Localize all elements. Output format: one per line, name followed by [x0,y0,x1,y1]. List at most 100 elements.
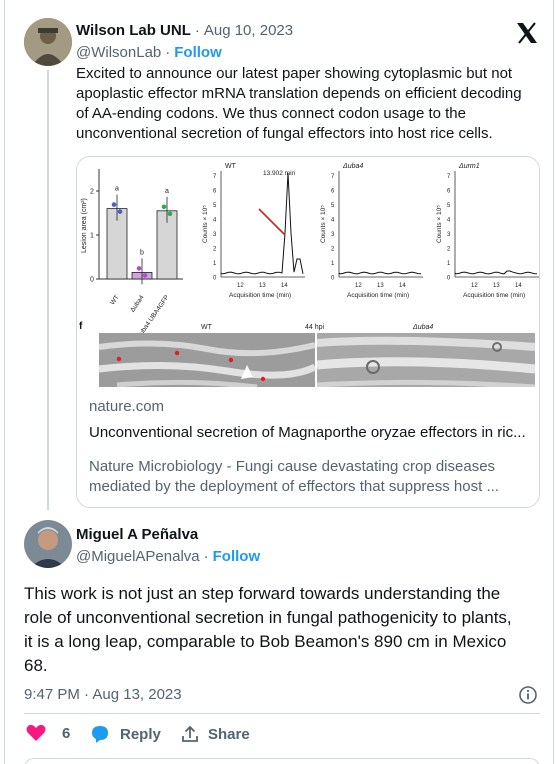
x-tick-label: 13 [493,283,500,289]
panel-f-label: f [79,321,83,332]
x-tick-label: 13 [259,283,266,289]
data-point [161,204,167,210]
share-action[interactable]: Share [180,724,250,744]
data-point [117,209,123,214]
thread-line [47,70,49,510]
like-action[interactable]: 6 [26,724,70,742]
heart-icon [26,724,46,741]
data-point [136,266,142,271]
share-label: Share [208,725,250,743]
reply-author-handle[interactable]: @MiguelAPenalva [76,548,200,565]
chromatogram-trace [454,270,538,275]
micro-left-label: WT [201,324,213,331]
reply-author-name[interactable]: Miguel A Peñalva [76,526,198,543]
reply-bubble-icon [92,726,108,743]
bar-tick-label: 1 [90,233,94,240]
significance-letter: a [115,186,119,193]
divider [24,713,540,714]
micro-time-label: 44 hpi [305,324,325,331]
author-name[interactable]: Wilson Lab UNL [76,22,191,39]
reply-timestamp[interactable]: 9:47 PM · Aug 13, 2023 [24,686,182,703]
separator-dot: · [194,22,200,39]
bar-category-label: WT [109,294,121,306]
peak-arrow [258,208,286,236]
y-tick-label: 4 [331,218,335,224]
chromatogram-trace [338,271,422,275]
card-description: Nature Microbiology - Fungi cause devast… [89,458,499,495]
y-tick-label: 6 [213,189,217,195]
card-title[interactable]: Unconventional secretion of Magnaporthe … [89,423,535,443]
x-tick-label: 12 [237,283,244,289]
x-axis-label: Acquisition time (min) [229,292,291,299]
y-tick-label: 1 [213,261,217,267]
y-tick-label: 6 [447,189,451,195]
wilson-lab-avatar[interactable] [24,18,72,66]
data-point [167,211,173,217]
follow-button[interactable]: Follow [174,44,222,61]
bar-chart: Lesion area (cm²) 012 aba WT Δuba4Δuba4 U… [81,169,183,340]
reply-follow-button[interactable]: Follow [213,548,261,565]
bottom-card-edge [24,758,540,764]
chromatogram-panel: Δuba401234567Counts × 10⁵12 13 14Acquisiti… [320,163,423,299]
y-tick-label: 5 [331,203,335,209]
post-date[interactable]: Aug 10, 2023 [204,22,293,39]
peak-label: 13.902 min [263,170,296,177]
x-tick-label: 14 [515,283,522,289]
y-tick-label: 7 [213,174,217,180]
x-axis-label: Acquisition time (min) [347,292,409,299]
x-tick-label: 12 [355,283,362,289]
y-tick-label: 5 [447,203,451,209]
bar-axis-label: Lesion area (cm²) [81,198,88,253]
chromatogram-panel: WT01234567Counts × 10⁵12 13 14Acquisition … [202,163,305,299]
y-axis-label: Counts × 10⁵ [320,205,327,243]
micro-right-label: Δuba4 [412,324,433,331]
x-tick-label: 14 [399,283,406,289]
info-icon[interactable] [518,685,538,705]
y-tick-label: 7 [331,174,335,180]
post-text: Excited to announce our latest paper sho… [76,65,522,142]
y-axis-label: Counts × 10⁵ [436,205,443,243]
miguel-penalva-avatar[interactable] [24,520,72,568]
y-tick-label: 4 [213,218,217,224]
card-domain[interactable]: nature.com [89,397,164,417]
panel-title: Δurm1 [458,163,480,170]
y-tick-label: 0 [331,276,335,282]
y-tick-label: 2 [213,247,217,253]
y-tick-label: 3 [447,232,451,238]
panel-title: WT [225,163,237,170]
y-tick-label: 6 [331,189,335,195]
significance-letter: a [165,188,169,195]
link-card[interactable]: Lesion area (cm²) 012 aba WT Δuba4 Δuba4 U… [76,156,540,508]
separator-dot: · [203,548,209,565]
bar-tick-label: 0 [90,277,94,284]
reply-post-text: This work is not just an step forward to… [24,584,512,675]
chromatogram-trace [220,172,304,275]
reply-label: Reply [120,725,161,743]
chromatogram-panel: Δurm101234567Counts × 10⁵12 13 14Acquisiti… [436,163,539,299]
y-tick-label: 5 [213,203,217,209]
y-tick-label: 3 [331,232,335,238]
y-tick-label: 1 [331,261,335,267]
author-handle[interactable]: @WilsonLab [76,44,161,61]
x-axis-label: Acquisition time (min) [463,292,525,299]
y-tick-label: 7 [447,174,451,180]
bar-category-label: Δuba4 [129,294,146,314]
x-tick-label: 12 [471,283,478,289]
significance-letter: b [140,249,144,256]
reply-action[interactable]: Reply [90,724,161,744]
x-tick-label: 14 [281,283,288,289]
y-axis-label: Counts × 10⁵ [202,205,209,243]
y-tick-label: 4 [447,218,451,224]
bar-tick-label: 2 [90,189,94,196]
data-point [111,202,117,207]
y-tick-label: 2 [447,247,451,253]
x-tick-label: 13 [377,283,384,289]
panel-title: Δuba4 [342,163,363,170]
like-count: 6 [62,724,71,742]
separator-dot: · [165,44,171,61]
share-icon [182,725,198,742]
y-tick-label: 0 [447,276,451,282]
card-figure-image: Lesion area (cm²) 012 aba WT Δuba4 Δuba4 U… [77,157,539,393]
x-logo-icon[interactable] [515,22,539,44]
y-tick-label: 2 [331,247,335,253]
